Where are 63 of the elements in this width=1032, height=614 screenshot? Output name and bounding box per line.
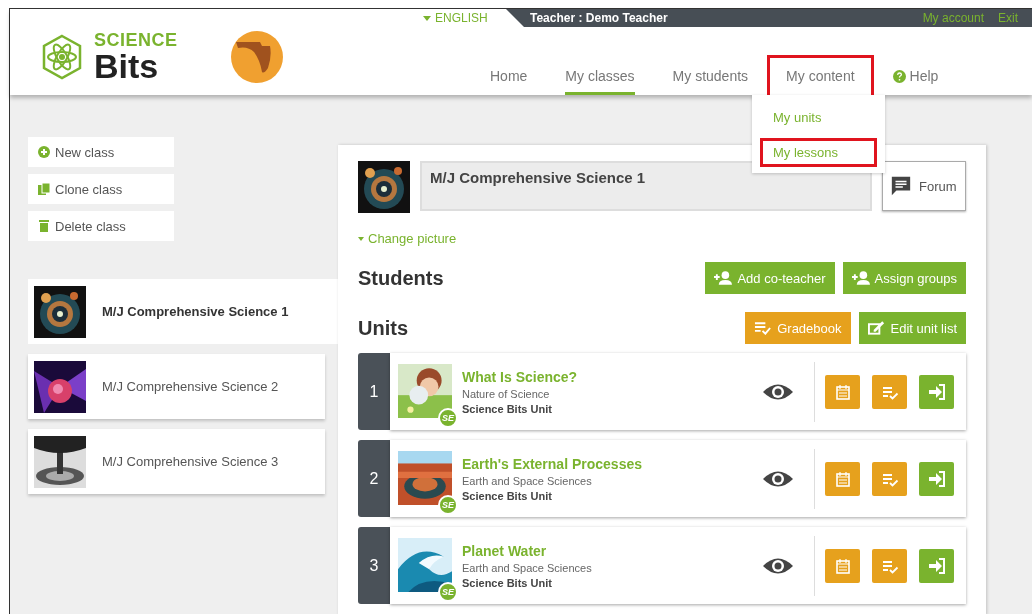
account-link[interactable]: Exit	[998, 11, 1018, 25]
user-name: Teacher : Demo Teacher	[530, 11, 669, 25]
sign-in-icon[interactable]	[927, 382, 946, 401]
class-name: M/J Comprehensive Science 1	[102, 304, 289, 319]
unit-title[interactable]: What Is Science?	[462, 368, 762, 385]
section-heading: Students	[358, 266, 445, 290]
add-person-icon	[851, 271, 870, 285]
unit-number: 1	[358, 353, 390, 430]
caret-icon	[423, 15, 431, 21]
unit-number: 2	[358, 440, 390, 517]
class-name: M/J Comprehensive Science 3	[102, 454, 279, 469]
class-card[interactable]: M/J Comprehensive Science 1	[28, 279, 338, 344]
unit-subject: Nature of Science	[462, 387, 551, 400]
account-link[interactable]: My account	[922, 11, 984, 25]
badge: SE	[438, 494, 458, 515]
help-icon[interactable]	[892, 69, 906, 83]
help-link[interactable]: Help	[909, 68, 939, 84]
badge: SE	[438, 407, 458, 428]
unit-title[interactable]: Earth's External Processes	[462, 455, 762, 472]
class-name-field[interactable]: M/J Comprehensive Science 1	[420, 161, 872, 211]
language-label[interactable]: ENGLISH	[435, 11, 488, 25]
checklist-icon	[754, 321, 773, 335]
action-button[interactable]: Assign groups	[842, 262, 966, 294]
class-card[interactable]: M/J Comprehensive Science 3	[28, 429, 325, 494]
menu-item[interactable]: My lessons	[760, 138, 877, 167]
copy-icon	[38, 183, 50, 195]
logo-text: Bits	[94, 49, 160, 83]
action-button[interactable]: Delete class	[28, 211, 174, 241]
badge: SE	[438, 581, 458, 602]
action-button[interactable]: New class	[28, 137, 174, 167]
unit-subject: Earth and Space Sciences	[462, 561, 593, 574]
map-badge-icon	[229, 30, 284, 84]
action-button[interactable]: Edit unit list	[858, 312, 966, 344]
unit-type: Science Bits Unit	[462, 576, 553, 589]
unit-number: 3	[358, 527, 390, 604]
logo-text: SCIENCE	[94, 31, 178, 49]
unit-subject: Earth and Space Sciences	[462, 474, 593, 487]
unit-title[interactable]: Planet Water	[462, 542, 762, 559]
menu-item[interactable]: My units	[760, 103, 877, 132]
nav-tab[interactable]: My students	[672, 68, 749, 95]
forum-button[interactable]: Forum	[882, 161, 966, 211]
class-name: M/J Comprehensive Science 2	[102, 379, 279, 394]
calendar-icon[interactable]	[833, 382, 852, 401]
section-heading: Units	[358, 316, 409, 340]
action-button[interactable]: Add co-teacher	[705, 262, 835, 294]
caret-icon	[358, 236, 364, 241]
sign-in-icon[interactable]	[927, 469, 946, 488]
sign-in-icon[interactable]	[927, 556, 946, 575]
nav-tab[interactable]: My classes	[565, 68, 635, 95]
chat-icon	[889, 175, 913, 197]
unit-type: Science Bits Unit	[462, 402, 553, 415]
nav-tab[interactable]: Home	[490, 68, 528, 95]
calendar-icon[interactable]	[833, 556, 852, 575]
nav-tab[interactable]: My content	[770, 58, 871, 95]
class-card[interactable]: M/J Comprehensive Science 2	[28, 354, 325, 419]
change-picture-link[interactable]: Change picture	[368, 231, 457, 246]
plus-circle-icon	[38, 146, 50, 158]
calendar-icon[interactable]	[833, 469, 852, 488]
action-button[interactable]: Clone class	[28, 174, 174, 204]
trash-icon	[38, 220, 50, 232]
unit-type: Science Bits Unit	[462, 489, 553, 502]
add-person-icon	[714, 271, 733, 285]
edit-icon	[867, 321, 886, 335]
